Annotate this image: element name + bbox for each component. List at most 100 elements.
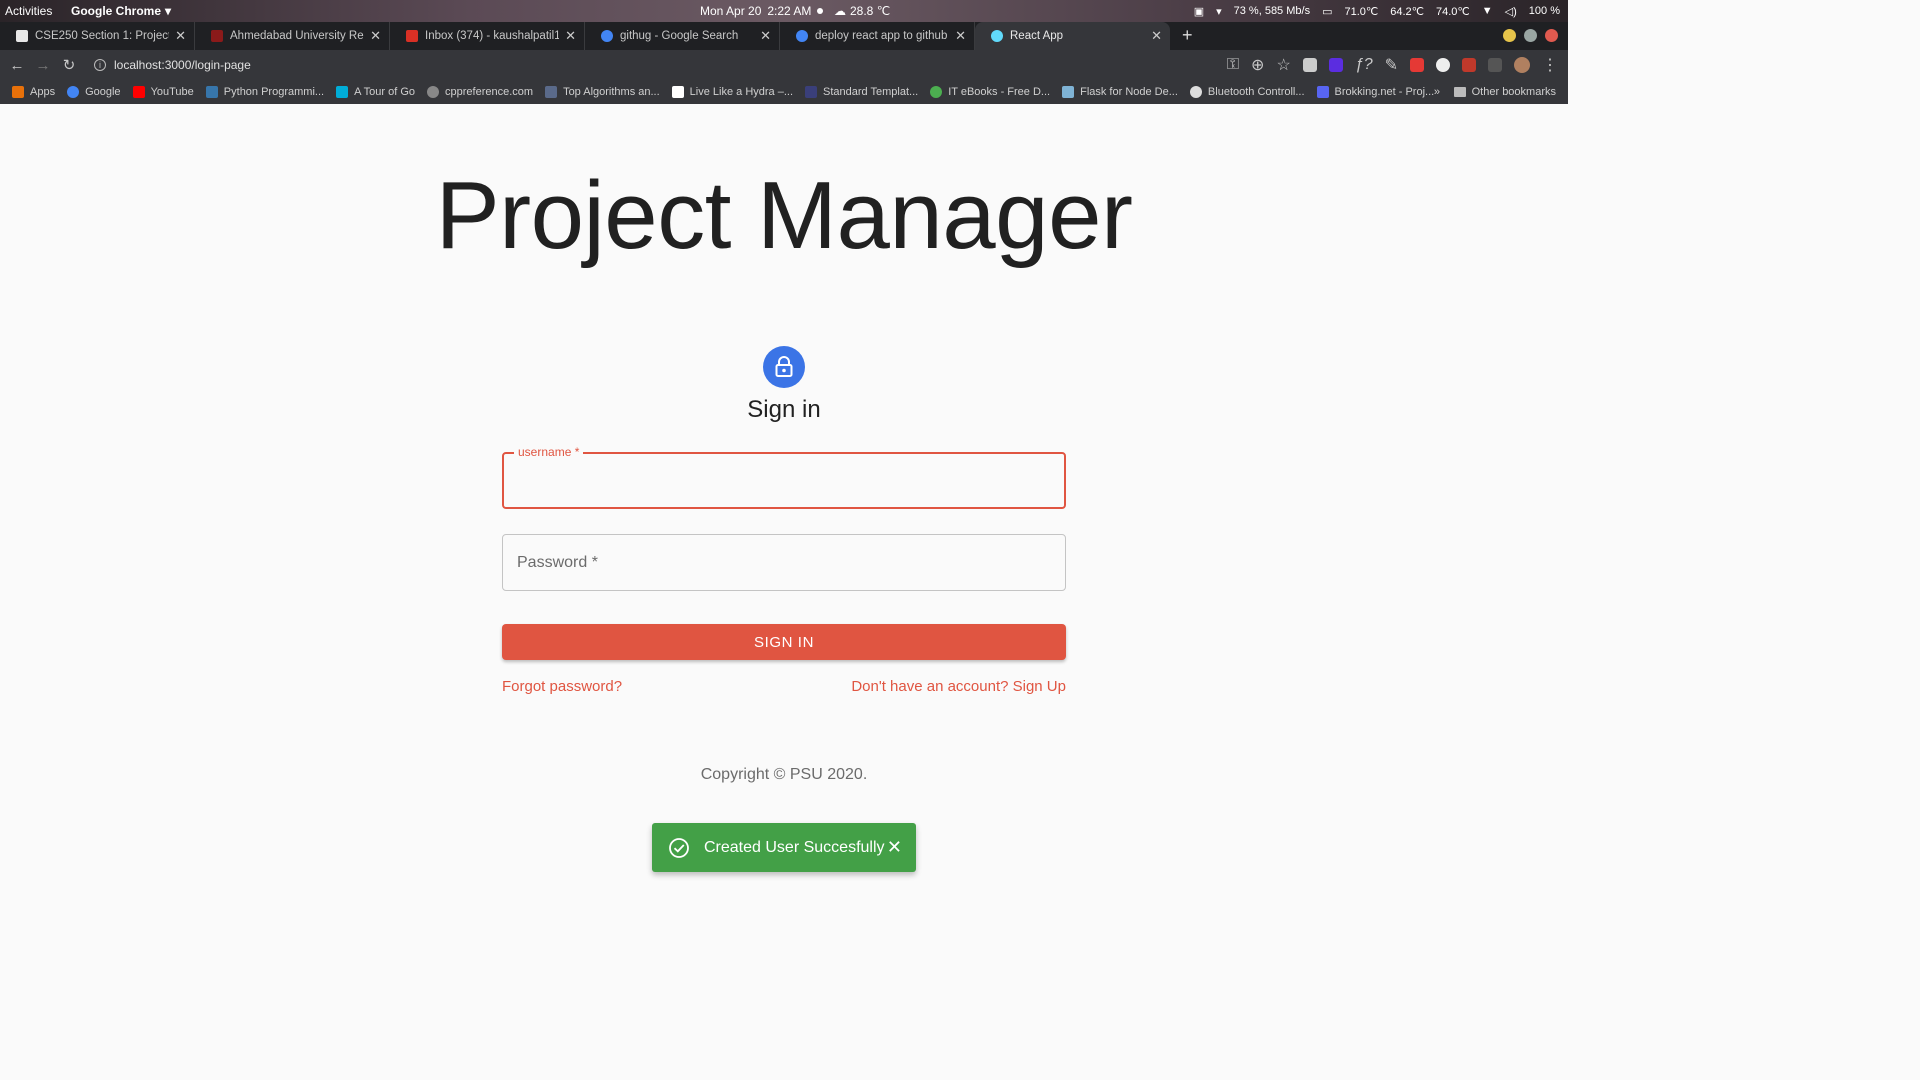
address-bar[interactable]: i localhost:3000/login-page (94, 58, 251, 72)
other-bookmarks[interactable]: Other bookmarks (1453, 86, 1556, 98)
browser-toolbar: ← → ↻ i localhost:3000/login-page ⚿ ⊕ ☆ … (0, 50, 1568, 80)
extension-icon[interactable] (1488, 58, 1502, 72)
bookmark-item[interactable]: cppreference.com (427, 86, 533, 98)
bookmarks-bar: Apps Google YouTube Python Programmi... … (0, 80, 1568, 104)
close-tab-icon[interactable]: ✕ (175, 28, 186, 44)
pen-extension-icon[interactable]: ✎ (1385, 55, 1398, 75)
bookmark-item[interactable]: Bluetooth Controll... (1189, 86, 1305, 98)
more-bookmarks-icon[interactable]: » (1434, 86, 1440, 98)
google-icon (67, 86, 80, 98)
volume-icon: ◁) (1504, 5, 1517, 18)
screen-icon: ▣ (1193, 5, 1205, 18)
bookmark-item[interactable]: Python Programmi... (205, 86, 324, 98)
bookmark-label: A Tour of Go (354, 86, 416, 98)
system-tray[interactable]: ▣ ▾ 73 %, 585 Mb/s ▭ 71.0℃ 64.2℃ 74.0℃ ▼… (1194, 5, 1560, 18)
reload-icon[interactable]: ↻ (56, 56, 82, 74)
maximize-button[interactable] (1524, 29, 1537, 42)
forward-arrow-icon[interactable]: → (30, 57, 56, 74)
bookmark-item[interactable]: A Tour of Go (336, 86, 415, 98)
weather-indicator[interactable]: ☁ 28.8 ℃ (834, 4, 890, 18)
app-menu[interactable]: Google Chrome ▾ (71, 4, 171, 18)
check-circle-icon (668, 837, 690, 859)
page-content: Project Manager Sign in username * Passw… (0, 106, 1568, 882)
bookmark-apps[interactable]: Apps (12, 86, 55, 98)
bookmark-item[interactable]: Brokking.net - Proj... (1316, 86, 1434, 98)
bookmark-item[interactable]: Live Like a Hydra –... (671, 86, 793, 98)
close-tab-icon[interactable]: ✕ (1151, 28, 1162, 44)
folder-icon (1453, 87, 1466, 97)
zoom-icon[interactable]: ⊕ (1251, 55, 1264, 75)
extension-icon[interactable] (1302, 58, 1317, 72)
copyright-text: Copyright © PSU 2020. (700, 766, 868, 783)
weather-text: 28.8 ℃ (850, 4, 891, 18)
tab-strip: CSE250 Section 1: Project Subm ✕ Ahmedab… (0, 22, 1568, 50)
success-snackbar: Created User Succesfully ✕ (652, 823, 916, 872)
close-tab-icon[interactable]: ✕ (565, 28, 576, 44)
extension-icon[interactable] (1410, 58, 1424, 72)
username-field[interactable]: username * (502, 445, 1066, 509)
browser-tab[interactable]: deploy react app to github pag ✕ (780, 22, 975, 50)
bookmark-item[interactable]: Top Algorithms an... (545, 86, 660, 98)
password-input[interactable] (503, 535, 1065, 590)
activities-button[interactable]: Activities (5, 4, 52, 18)
sign-in-button[interactable]: SIGN IN (502, 624, 1066, 660)
extension-icon[interactable] (1328, 58, 1343, 72)
back-arrow-icon[interactable]: ← (4, 57, 30, 74)
forgot-password-link[interactable]: Forgot password? (502, 678, 622, 695)
bookmark-label: Flask for Node De... (1080, 86, 1178, 98)
bookmark-item[interactable]: Flask for Node De... (1062, 86, 1178, 98)
page-title: Project Manager (435, 162, 1133, 269)
snackbar-message: Created User Succesfully (704, 838, 885, 856)
tab-title: Ahmedabad University Resourc (230, 30, 364, 42)
battery-text: 100 % (1528, 5, 1560, 17)
bookmark-star-icon[interactable]: ☆ (1276, 55, 1290, 75)
other-bookmarks-label: Other bookmarks (1471, 86, 1556, 98)
bookmark-item[interactable]: Google (67, 86, 121, 98)
algorithms-icon (545, 86, 558, 98)
bookmark-item[interactable]: Standard Templat... (805, 86, 918, 98)
favicon-icon (16, 30, 28, 42)
bookmark-label: Google (85, 86, 121, 98)
go-icon (336, 86, 349, 98)
system-top-bar: Activities Google Chrome ▾ Mon Apr 20 2:… (0, 0, 1568, 22)
browser-tab[interactable]: Ahmedabad University Resourc ✕ (195, 22, 390, 50)
network-speed-text: 73 %, 585 Mb/s (1233, 5, 1311, 17)
menu-kebab-icon[interactable]: ⋮ (1542, 55, 1558, 75)
url-text: localhost:3000/login-page (114, 58, 251, 72)
infinity-icon (1189, 86, 1202, 98)
tab-title: React App (1010, 30, 1064, 42)
key-icon[interactable]: ⚿ (1227, 56, 1239, 74)
favicon-icon (211, 30, 223, 42)
bookmark-label: Top Algorithms an... (563, 86, 660, 98)
bookmark-item[interactable]: YouTube (132, 86, 194, 98)
extension-icon[interactable] (1462, 58, 1476, 72)
browser-tab[interactable]: CSE250 Section 1: Project Subm ✕ (0, 22, 195, 50)
username-input[interactable] (504, 454, 1064, 507)
gpu-temp-text: 64.2℃ (1390, 5, 1425, 18)
close-icon[interactable]: ✕ (887, 837, 902, 858)
close-window-button[interactable] (1545, 29, 1558, 42)
google-favicon-icon (601, 30, 613, 42)
password-field[interactable]: Password * (502, 534, 1066, 591)
sign-up-link[interactable]: Don't have an account? Sign Up (851, 678, 1066, 695)
app-menu-label: Google Chrome (71, 4, 162, 18)
tab-title: githug - Google Search (620, 30, 739, 42)
extension-icon[interactable] (1436, 58, 1450, 72)
cpu-temp-text: 71.0℃ (1344, 5, 1379, 18)
react-favicon-icon (991, 30, 1003, 42)
clock[interactable]: Mon Apr 20 2:22 AM (700, 4, 824, 18)
minimize-button[interactable] (1503, 29, 1516, 42)
new-tab-icon[interactable]: + (1182, 25, 1193, 46)
disk-temp-text: 74.0℃ (1436, 5, 1470, 18)
function-extension-icon[interactable]: ƒ? (1355, 56, 1373, 74)
browser-tab[interactable]: Inbox (374) - kaushalpatil10@g ✕ (390, 22, 585, 50)
browser-tab[interactable]: githug - Google Search ✕ (585, 22, 780, 50)
info-icon[interactable]: i (94, 59, 106, 71)
close-tab-icon[interactable]: ✕ (370, 28, 381, 44)
close-tab-icon[interactable]: ✕ (760, 28, 771, 44)
profile-avatar[interactable] (1514, 57, 1530, 73)
bookmark-label: Standard Templat... (823, 86, 919, 98)
browser-tab-active[interactable]: React App ✕ (975, 22, 1170, 50)
bookmark-item[interactable]: IT eBooks - Free D... (930, 86, 1050, 98)
close-tab-icon[interactable]: ✕ (955, 28, 966, 44)
